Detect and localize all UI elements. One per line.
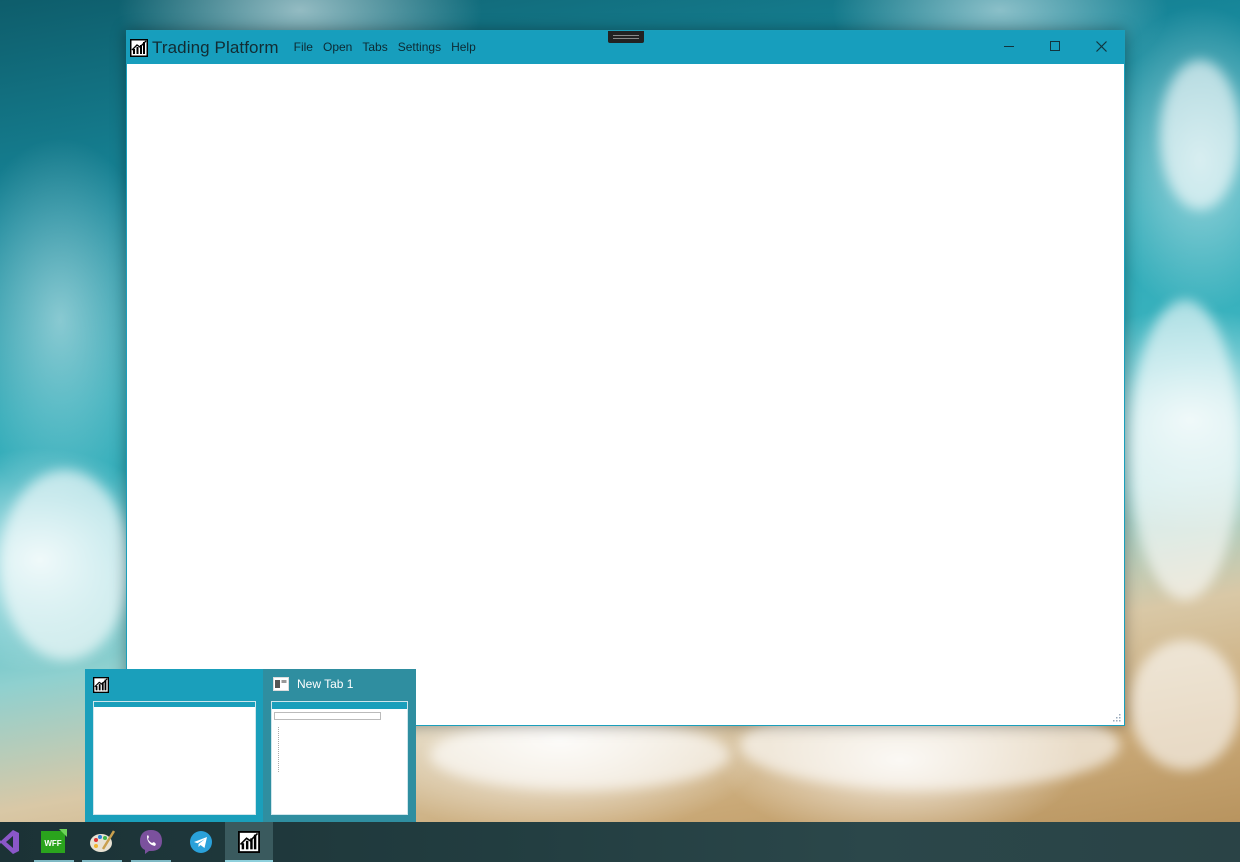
- wff-app-icon: WFF: [41, 829, 67, 853]
- maximize-icon: [1050, 41, 1060, 51]
- menu-bar: File Open Tabs Settings Help: [289, 31, 481, 64]
- title-bar[interactable]: Trading Platform File Open Tabs Settings…: [127, 31, 1124, 64]
- wave-foam: [430, 720, 730, 790]
- taskbar: WFF: [0, 822, 1240, 862]
- maximize-button[interactable]: [1032, 31, 1078, 61]
- taskbar-trading-platform[interactable]: [225, 822, 273, 862]
- wave-foam: [1160, 60, 1240, 210]
- close-button[interactable]: [1078, 31, 1124, 61]
- thumbnail-window-preview: [271, 701, 408, 815]
- close-icon: [1095, 40, 1107, 52]
- viber-icon: [140, 830, 162, 854]
- minimize-icon: [1004, 46, 1014, 47]
- trading-chart-icon: [130, 38, 148, 57]
- trading-platform-window[interactable]: Trading Platform File Open Tabs Settings…: [126, 30, 1125, 726]
- drag-handle[interactable]: [608, 31, 644, 43]
- taskbar-telegram[interactable]: [177, 822, 225, 862]
- menu-open[interactable]: Open: [318, 31, 357, 64]
- thumbnail-trading-platform[interactable]: [85, 669, 263, 822]
- taskbar-wff-app[interactable]: WFF: [30, 822, 78, 862]
- trading-platform-icon: [238, 831, 260, 853]
- taskbar-visual-studio[interactable]: [0, 822, 32, 862]
- wave-foam: [1130, 640, 1240, 770]
- menu-tabs[interactable]: Tabs: [357, 31, 392, 64]
- taskbar-paint[interactable]: [78, 822, 126, 862]
- thumbnail-label: New Tab 1: [297, 677, 354, 691]
- tab-window-icon: [273, 677, 289, 691]
- wave-foam: [1130, 300, 1240, 600]
- trading-chart-icon: [93, 677, 109, 693]
- svg-text:WFF: WFF: [44, 839, 61, 848]
- window-title: Trading Platform: [152, 37, 279, 57]
- window-content: [127, 64, 1124, 725]
- taskbar-thumbnail-previews: New Tab 1: [85, 669, 416, 822]
- menu-help[interactable]: Help: [446, 31, 481, 64]
- wave-foam: [0, 470, 130, 660]
- minimize-button[interactable]: [986, 31, 1032, 61]
- menu-file[interactable]: File: [289, 31, 318, 64]
- paint-palette-icon: [90, 830, 115, 852]
- resize-grip-icon[interactable]: [1111, 712, 1121, 722]
- thumbnail-new-tab[interactable]: New Tab 1: [263, 669, 416, 822]
- thumbnail-window-preview: [93, 701, 256, 815]
- taskbar-viber[interactable]: [127, 822, 175, 862]
- menu-settings[interactable]: Settings: [393, 31, 446, 64]
- window-controls: [986, 31, 1124, 64]
- visual-studio-icon: [0, 830, 19, 854]
- telegram-icon: [190, 831, 212, 853]
